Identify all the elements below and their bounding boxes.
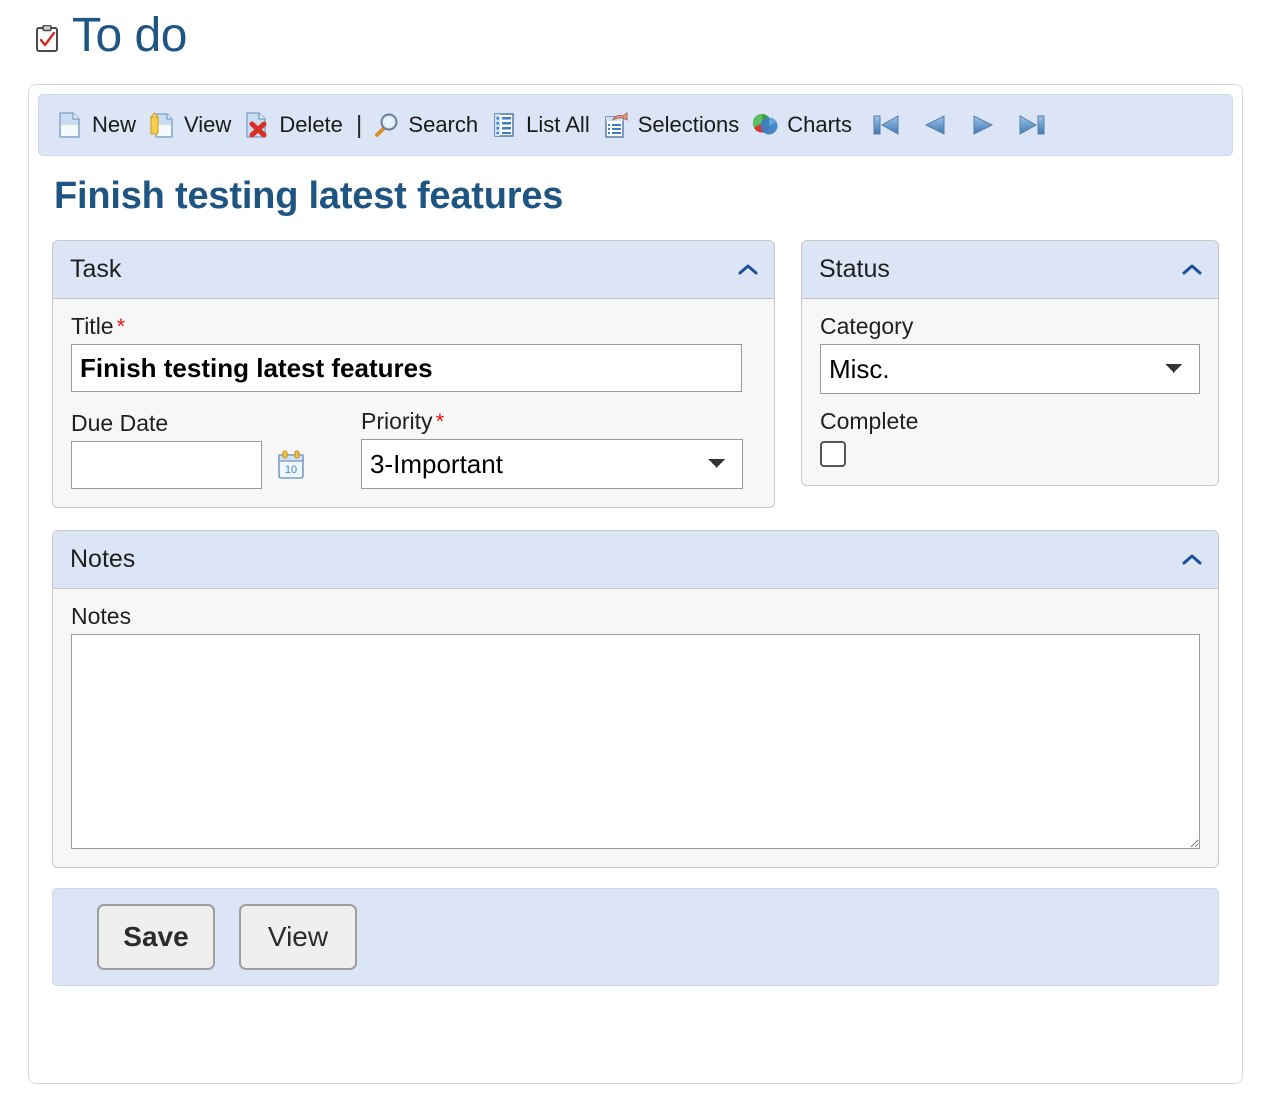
panel-notes-title: Notes: [70, 545, 136, 573]
title-input[interactable]: [71, 344, 742, 392]
toolbar-button-view[interactable]: View: [147, 111, 242, 139]
clipboard-check-icon: [34, 24, 60, 53]
chevron-up-icon[interactable]: [738, 263, 758, 276]
chevron-up-icon[interactable]: [1182, 553, 1202, 566]
save-button[interactable]: Save: [97, 904, 215, 970]
toolbar-button-delete[interactable]: Delete: [242, 111, 354, 139]
panel-task-header[interactable]: Task: [53, 241, 774, 299]
panel-task: Task Title* Due Date: [52, 240, 775, 508]
toolbar-separator: |: [355, 110, 363, 139]
toolbar-button-selections[interactable]: Selections: [601, 111, 751, 139]
due-date-group: Due Date 10: [71, 410, 361, 489]
main-frame: New View Delete | Search List All Select…: [28, 84, 1243, 1084]
panel-status-title: Status: [819, 255, 890, 283]
pie-chart-icon: [752, 111, 778, 139]
toolbar-button-charts[interactable]: Charts: [750, 111, 863, 139]
required-marker: *: [116, 314, 126, 339]
priority-group: Priority* 1-Critical2-Urgent3-Important4…: [361, 408, 743, 489]
calendar-icon[interactable]: 10: [276, 449, 306, 481]
new-document-icon: [57, 111, 83, 139]
panel-notes-body: Notes: [53, 589, 1218, 867]
toolbar-label: Delete: [279, 112, 343, 137]
selections-icon: [603, 111, 629, 139]
panel-row-top: Task Title* Due Date: [52, 240, 1219, 508]
priority-label: Priority *: [361, 408, 743, 435]
action-bar: Save View: [52, 888, 1219, 986]
edit-document-icon: [149, 111, 175, 139]
category-select[interactable]: Misc.WorkPersonalHome: [820, 344, 1200, 394]
nav-next-icon[interactable]: [966, 110, 1000, 140]
toolbar-label: View: [184, 112, 232, 137]
page-header: To do: [0, 0, 1280, 62]
view-button[interactable]: View: [239, 904, 357, 970]
panel-status: Status Category Misc.WorkPersonalHome Co…: [801, 240, 1219, 486]
toolbar-label: New: [92, 112, 137, 137]
svg-text:10: 10: [285, 464, 297, 476]
toolbar-label: Selections: [637, 112, 740, 137]
title-label-text: Title: [71, 313, 114, 339]
required-marker: *: [435, 409, 445, 434]
page-title: To do: [72, 9, 187, 62]
panel-status-body: Category Misc.WorkPersonalHome Complete: [802, 299, 1218, 485]
priority-select[interactable]: 1-Critical2-Urgent3-Important4-Normal5-L…: [361, 439, 743, 489]
panel-notes: Notes Notes: [52, 530, 1219, 868]
nav-first-icon[interactable]: [870, 110, 904, 140]
due-date-input[interactable]: [71, 441, 262, 489]
list-icon: [491, 111, 517, 139]
notes-label: Notes: [71, 603, 132, 629]
magnifier-icon: [373, 111, 399, 139]
record-title: Finish testing latest features: [54, 175, 564, 217]
title-field-label: Title *: [71, 313, 756, 340]
nav-prev-icon[interactable]: [918, 110, 952, 140]
toolbar: New View Delete | Search List All Select…: [38, 94, 1233, 156]
toolbar-label: Charts: [787, 112, 853, 137]
task-second-row: Due Date 10 Priority * 3-Important: [71, 408, 756, 489]
panel-task-body: Title* Due Date: [53, 299, 774, 507]
due-date-label: Due Date: [71, 410, 169, 436]
panel-task-title: Task: [70, 255, 122, 283]
toolbar-label: Search: [408, 112, 479, 137]
toolbar-button-list-all[interactable]: List All: [489, 111, 601, 139]
category-label: Category: [820, 313, 914, 339]
complete-checkbox[interactable]: [820, 441, 846, 467]
toolbar-label: List All: [526, 112, 590, 137]
panel-status-header[interactable]: Status: [802, 241, 1218, 299]
complete-label: Complete: [820, 408, 919, 434]
nav-last-icon[interactable]: [1014, 110, 1048, 140]
delete-document-icon: [244, 111, 270, 139]
toolbar-button-search[interactable]: Search: [371, 111, 489, 139]
toolbar-button-new[interactable]: New: [55, 111, 147, 139]
chevron-up-icon[interactable]: [1182, 263, 1202, 276]
notes-textarea[interactable]: [71, 634, 1200, 849]
panel-notes-header[interactable]: Notes: [53, 531, 1218, 589]
priority-label-text: Priority: [361, 408, 433, 434]
